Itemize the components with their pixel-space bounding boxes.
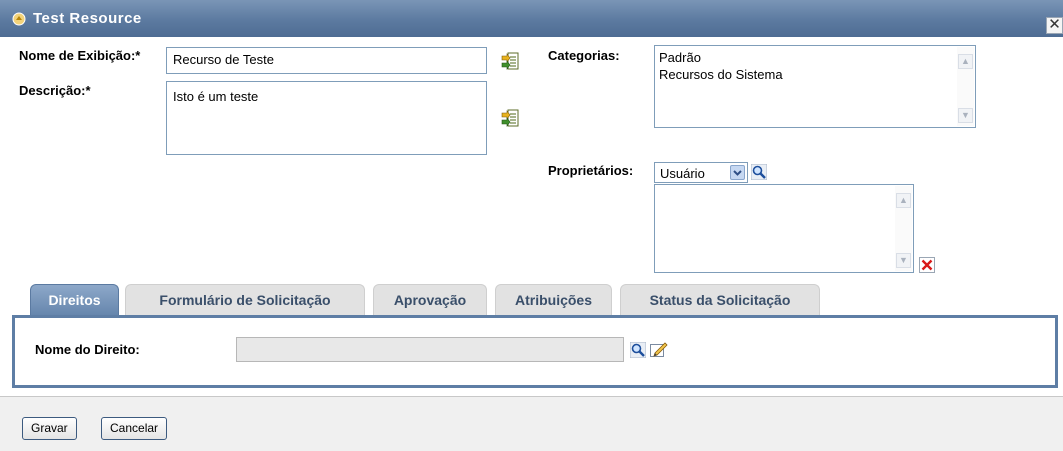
description-textarea[interactable]: Isto é um teste xyxy=(166,81,487,155)
search-icon[interactable] xyxy=(750,163,768,183)
tab-direitos[interactable]: Direitos xyxy=(30,284,119,315)
edit-pencil-icon[interactable] xyxy=(650,342,668,361)
owners-label: Proprietários: xyxy=(548,163,634,178)
right-name-input[interactable] xyxy=(236,337,624,362)
categories-scrollbar[interactable]: ▲ ▼ xyxy=(957,47,974,126)
scroll-up-icon[interactable]: ▲ xyxy=(896,193,911,208)
description-value: Isto é um teste xyxy=(173,89,259,104)
window-title-bar: Test Resource ✕ xyxy=(0,0,1063,37)
localize-icon[interactable] xyxy=(501,51,519,74)
display-name-input[interactable]: Recurso de Teste xyxy=(166,47,487,74)
categories-listbox[interactable]: Padrão Recursos do Sistema ▲ ▼ xyxy=(654,45,976,128)
category-item[interactable]: Padrão xyxy=(659,49,971,66)
tab-aprovacao[interactable]: Aprovação xyxy=(373,284,487,315)
tab-atribuicoes[interactable]: Atribuições xyxy=(495,284,612,315)
localize-icon[interactable] xyxy=(501,108,519,131)
rights-panel: Nome do Direito: xyxy=(12,315,1058,388)
remove-icon[interactable] xyxy=(919,257,935,276)
owners-scrollbar[interactable]: ▲ ▼ xyxy=(895,186,912,271)
display-name-value: Recurso de Teste xyxy=(173,52,274,67)
chevron-down-icon[interactable] xyxy=(730,165,745,180)
right-name-label: Nome do Direito: xyxy=(35,342,140,357)
tab-formulario-solicitacao[interactable]: Formulário de Solicitação xyxy=(125,284,365,315)
close-icon: ✕ xyxy=(1048,16,1061,33)
display-name-label: Nome de Exibição:* xyxy=(19,48,141,63)
cancel-button[interactable]: Cancelar xyxy=(101,417,168,440)
category-item[interactable]: Recursos do Sistema xyxy=(659,66,971,83)
owner-type-select[interactable]: Usuário xyxy=(654,162,748,183)
dialog-footer: Gravar Cancelar xyxy=(0,396,1063,451)
close-button[interactable]: ✕ xyxy=(1046,17,1063,34)
save-button[interactable]: Gravar xyxy=(22,417,77,440)
categories-label: Categorias: xyxy=(548,48,620,63)
scroll-up-icon[interactable]: ▲ xyxy=(958,54,973,69)
window-title: Test Resource xyxy=(33,10,142,27)
resource-icon xyxy=(12,12,26,26)
owners-listbox[interactable]: ▲ ▼ xyxy=(654,184,914,273)
tab-status-solicitacao[interactable]: Status da Solicitação xyxy=(620,284,820,315)
description-label: Descrição:* xyxy=(19,83,91,98)
scroll-down-icon[interactable]: ▼ xyxy=(958,108,973,123)
owner-type-value: Usuário xyxy=(660,166,705,181)
scroll-down-icon[interactable]: ▼ xyxy=(896,253,911,268)
search-icon[interactable] xyxy=(629,341,647,361)
